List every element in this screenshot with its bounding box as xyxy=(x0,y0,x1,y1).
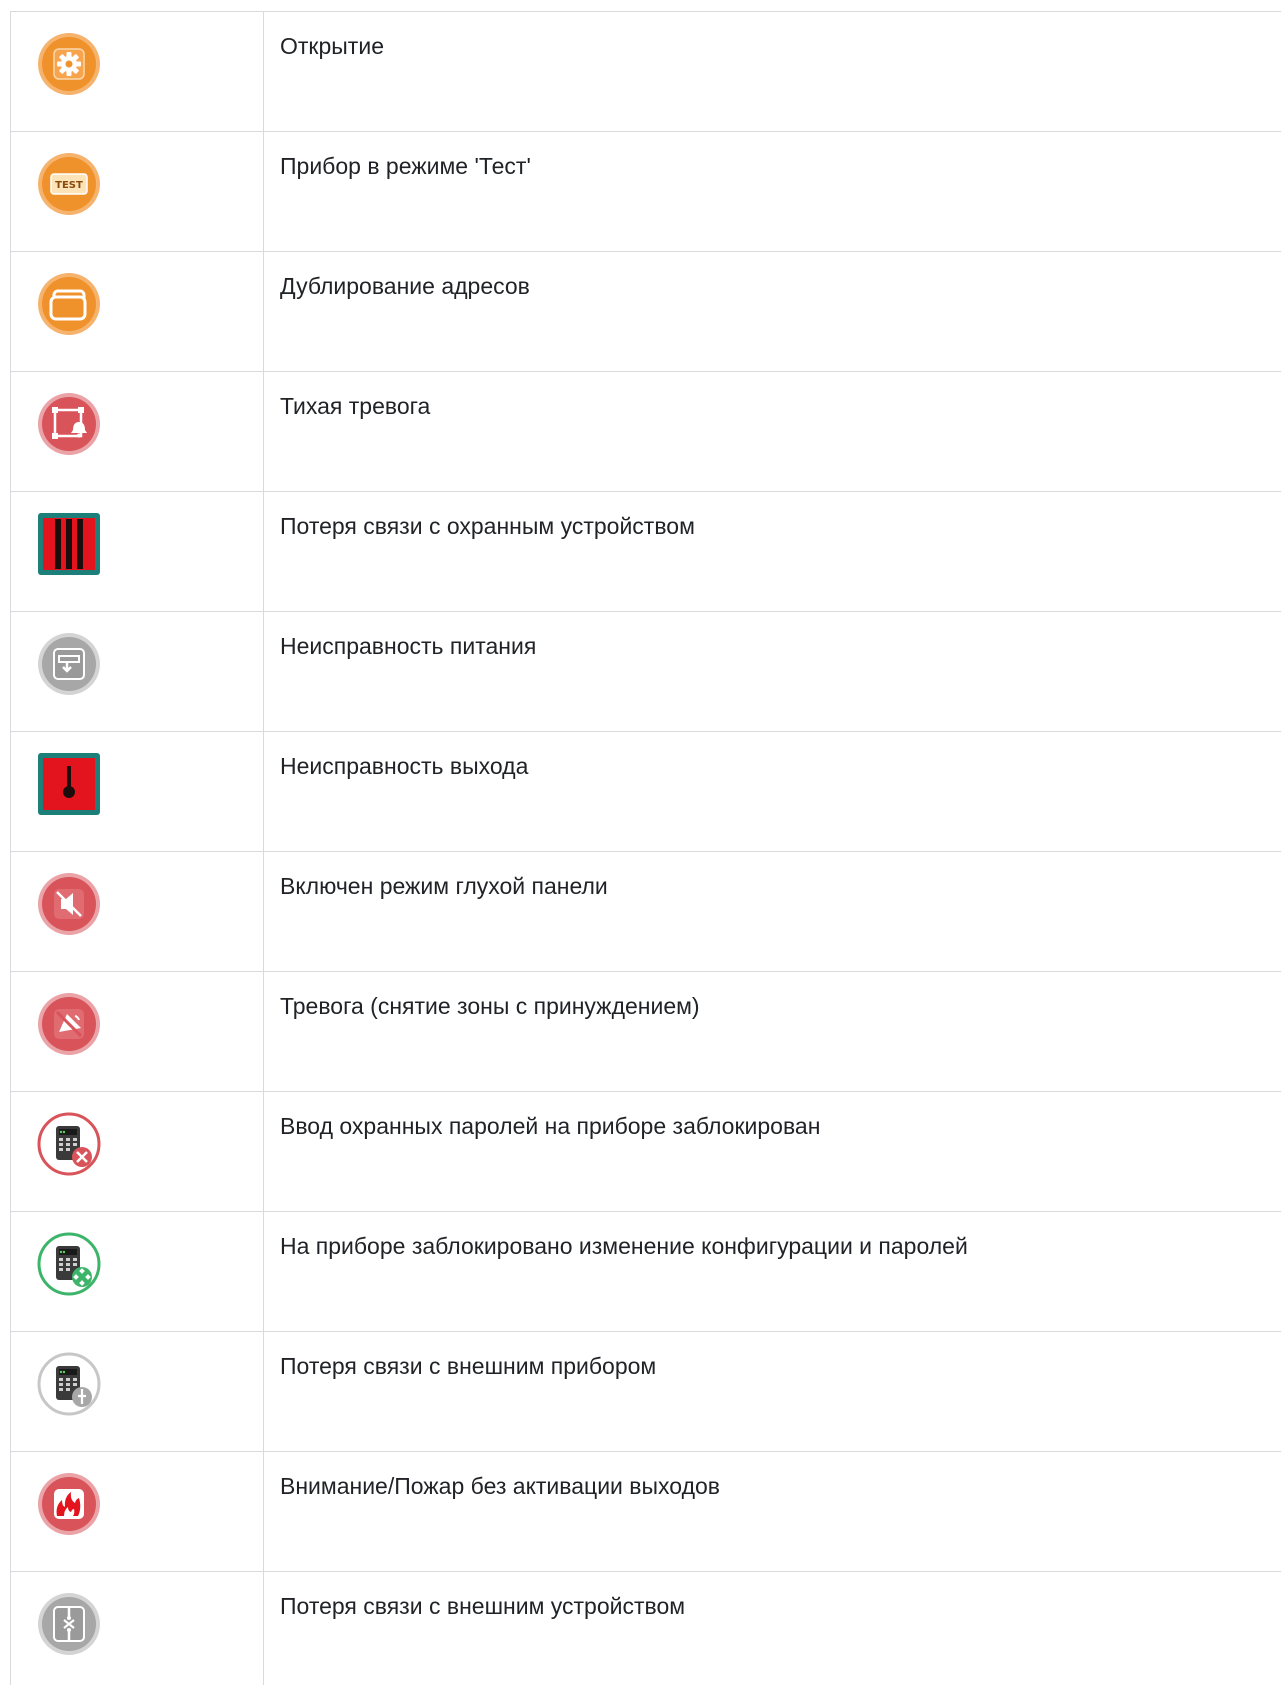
row-label: Неисправность выхода xyxy=(280,753,529,779)
table-row: Потеря связи с внешним прибором xyxy=(10,1332,1281,1452)
row-label: Включен режим глухой панели xyxy=(280,873,608,899)
row-label: Прибор в режиме 'Тест' xyxy=(280,153,531,179)
table-row: Неисправность питания xyxy=(10,612,1281,732)
external-link-lost-icon xyxy=(37,1592,101,1656)
test-icon: TEST xyxy=(37,152,101,216)
duplicate-icon xyxy=(37,272,101,336)
row-label: Ввод охранных паролей на приборе заблоки… xyxy=(280,1113,821,1139)
guard-link-lost-icon xyxy=(37,512,101,576)
table-row: На приборе заблокировано изменение конфи… xyxy=(10,1212,1281,1332)
row-label: Дублирование адресов xyxy=(280,273,530,299)
mute-panel-icon xyxy=(37,872,101,936)
icon-cell xyxy=(10,612,264,731)
table-row: Тихая тревога xyxy=(10,372,1281,492)
icon-cell xyxy=(10,1572,264,1685)
table-row: Ввод охранных паролей на приборе заблоки… xyxy=(10,1092,1281,1212)
icon-cell xyxy=(10,1092,264,1211)
icon-cell xyxy=(10,732,264,851)
test-label: TEST xyxy=(55,180,83,191)
output-fault-icon xyxy=(37,752,101,816)
icon-cell xyxy=(10,372,264,491)
icon-cell: TEST xyxy=(10,132,264,251)
duress-alarm-icon xyxy=(37,992,101,1056)
table-row: Потеря связи с охранным устройством xyxy=(10,492,1281,612)
table-row: Потеря связи с внешним устройством xyxy=(10,1572,1281,1685)
row-label: Тихая тревога xyxy=(280,393,431,419)
row-label: Открытие xyxy=(280,33,384,59)
icon-cell xyxy=(10,1212,264,1331)
table-row: Неисправность выхода xyxy=(10,732,1281,852)
keypad-link-lost-icon xyxy=(37,1352,101,1416)
silent-alarm-icon xyxy=(37,392,101,456)
row-label: Потеря связи с внешним прибором xyxy=(280,1353,657,1379)
row-label: Потеря связи с охранным устройством xyxy=(280,513,695,539)
icon-cell xyxy=(10,252,264,371)
row-label: Тревога (снятие зоны с принуждением) xyxy=(280,993,700,1019)
table-row: TEST Прибор в режиме 'Тест' xyxy=(10,132,1281,252)
icon-cell xyxy=(10,492,264,611)
keypad-blocked-icon xyxy=(37,1112,101,1176)
icon-cell xyxy=(10,852,264,971)
table-row: Дублирование адресов xyxy=(10,252,1281,372)
icon-cell xyxy=(10,972,264,1091)
table-row: Открытие xyxy=(10,12,1281,132)
row-label: Неисправность питания xyxy=(280,633,537,659)
row-label: Внимание/Пожар без активации выходов xyxy=(280,1473,720,1499)
row-label: Потеря связи с внешним устройством xyxy=(280,1593,686,1619)
icon-cell xyxy=(10,1332,264,1451)
icon-cell xyxy=(10,12,264,131)
table-row: Внимание/Пожар без активации выходов xyxy=(10,1452,1281,1572)
gear-icon xyxy=(37,32,101,96)
table-row: Включен режим глухой панели xyxy=(10,852,1281,972)
power-fault-icon xyxy=(37,632,101,696)
fire-icon xyxy=(37,1472,101,1536)
table-row: Тревога (снятие зоны с принуждением) xyxy=(10,972,1281,1092)
icon-cell xyxy=(10,1452,264,1571)
status-table: Открытие TEST Прибор в режиме 'Тест' Дуб… xyxy=(10,11,1281,1685)
keypad-config-locked-icon xyxy=(37,1232,101,1296)
row-label: На приборе заблокировано изменение конфи… xyxy=(280,1233,968,1259)
